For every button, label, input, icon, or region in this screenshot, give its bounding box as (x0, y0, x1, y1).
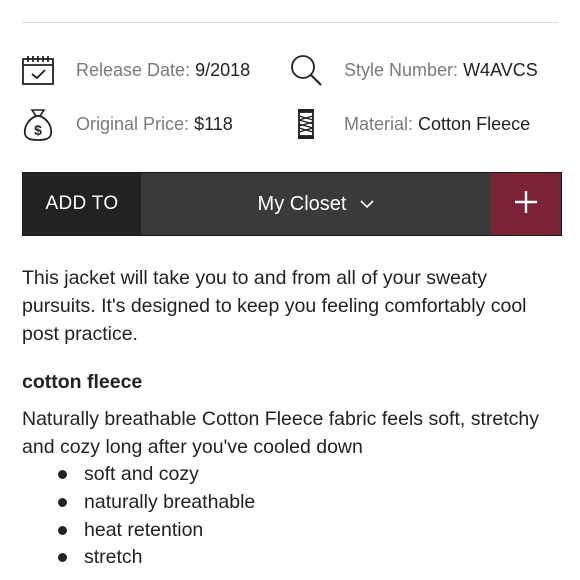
plus-icon (513, 189, 539, 220)
list-item: soft and cozy (22, 461, 255, 489)
chevron-down-icon (360, 199, 375, 209)
add-to-label: ADD TO (23, 173, 141, 235)
add-to-closet-button[interactable] (491, 173, 561, 235)
svg-text:$: $ (34, 122, 42, 138)
calendar-icon (20, 50, 56, 90)
section-heading: cotton fleece (22, 371, 143, 393)
release-date-value: 9/2018 (195, 59, 251, 80)
bullet-icon (58, 525, 67, 535)
list-item: stretch (22, 544, 255, 572)
section-body: Naturally breathable Cotton Fleece fabri… (22, 408, 539, 458)
style-number-item: Style Number: W4AVCS (288, 50, 538, 90)
feature-list: soft and cozy naturally breathable heat … (22, 461, 255, 572)
product-description: This jacket will take you to and from al… (22, 267, 527, 345)
search-icon (288, 50, 324, 90)
list-item-text: heat retention (84, 518, 204, 541)
top-divider (22, 22, 558, 23)
original-price-item: $ Original Price: $118 (20, 104, 233, 144)
yarn-spool-icon (288, 104, 324, 144)
bullet-icon (58, 498, 67, 508)
closet-select-dropdown[interactable]: My Closet (141, 173, 491, 235)
original-price-value: $118 (194, 113, 233, 134)
material-label: Material: (344, 113, 414, 134)
release-date-item: Release Date: 9/2018 (20, 50, 250, 90)
style-number-value: W4AVCS (463, 59, 538, 80)
bullet-icon (58, 553, 67, 563)
list-item: naturally breathable (22, 489, 255, 517)
release-date-label: Release Date: (76, 59, 191, 80)
list-item-text: stretch (84, 546, 143, 569)
list-item-text: naturally breathable (84, 491, 256, 514)
material-item: Material: Cotton Fleece (288, 104, 530, 144)
money-bag-icon: $ (20, 104, 56, 144)
bullet-icon (58, 470, 67, 480)
material-value: Cotton Fleece (418, 113, 531, 134)
list-item: heat retention (22, 516, 255, 544)
add-to-closet-bar: ADD TO My Closet (22, 172, 562, 236)
closet-select-value: My Closet (257, 192, 347, 215)
style-number-label: Style Number: (344, 59, 459, 80)
original-price-label: Original Price: (76, 113, 190, 134)
list-item-text: soft and cozy (84, 463, 199, 486)
